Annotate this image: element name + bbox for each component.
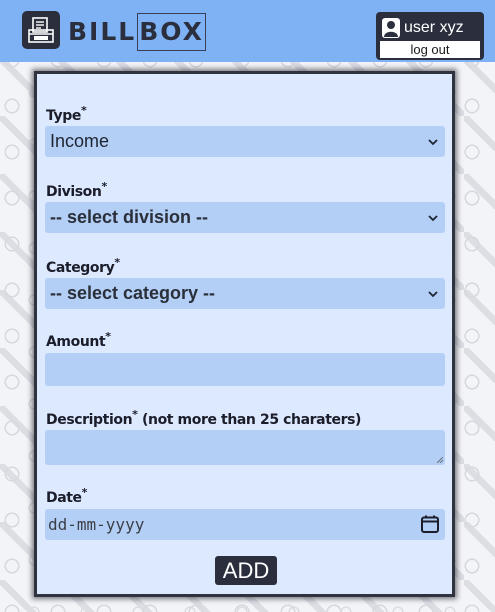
- chevron-down-icon: [428, 215, 438, 222]
- calendar-icon[interactable]: [420, 514, 440, 534]
- chevron-down-icon: [428, 139, 438, 146]
- chevron-down-icon: [428, 291, 438, 298]
- division-select[interactable]: -- select division --: [45, 202, 445, 233]
- type-select-value: Income: [50, 131, 110, 151]
- brand-logo-text: BILL BOX: [68, 13, 206, 51]
- category-label: Category*: [46, 256, 120, 276]
- description-label: Description* (not more than 25 charaters…: [46, 408, 362, 428]
- resize-handle-icon[interactable]: [437, 457, 443, 463]
- amount-input[interactable]: [45, 353, 445, 386]
- user-info: user xyz: [382, 17, 464, 39]
- user-icon: [382, 18, 400, 38]
- division-select-value: -- select division --: [50, 207, 209, 227]
- user-panel: user xyz log out: [376, 12, 484, 60]
- category-select[interactable]: -- select category --: [45, 278, 445, 309]
- amount-label: Amount*: [46, 330, 111, 350]
- add-transaction-form: Type* Income Divison* -- select division…: [34, 71, 455, 597]
- date-label: Date*: [46, 486, 88, 506]
- brand-box: BOX: [137, 13, 206, 51]
- logout-button[interactable]: log out: [380, 41, 480, 58]
- category-select-value: -- select category --: [50, 283, 216, 303]
- app-header: BILL BOX user xyz log out: [0, 0, 495, 62]
- description-hint: (not more than 25 charaters): [142, 412, 362, 428]
- type-label: Type*: [46, 104, 87, 124]
- brand-bill: BILL: [68, 17, 137, 46]
- type-select[interactable]: Income: [45, 126, 445, 157]
- receipt-box-icon: [22, 11, 60, 49]
- user-name: user xyz: [404, 19, 464, 36]
- date-placeholder: dd-mm-yyyy: [48, 515, 145, 534]
- add-button[interactable]: ADD: [215, 556, 277, 585]
- date-input[interactable]: dd-mm-yyyy: [45, 509, 445, 540]
- division-label: Divison*: [46, 180, 107, 200]
- description-textarea[interactable]: [45, 430, 445, 465]
